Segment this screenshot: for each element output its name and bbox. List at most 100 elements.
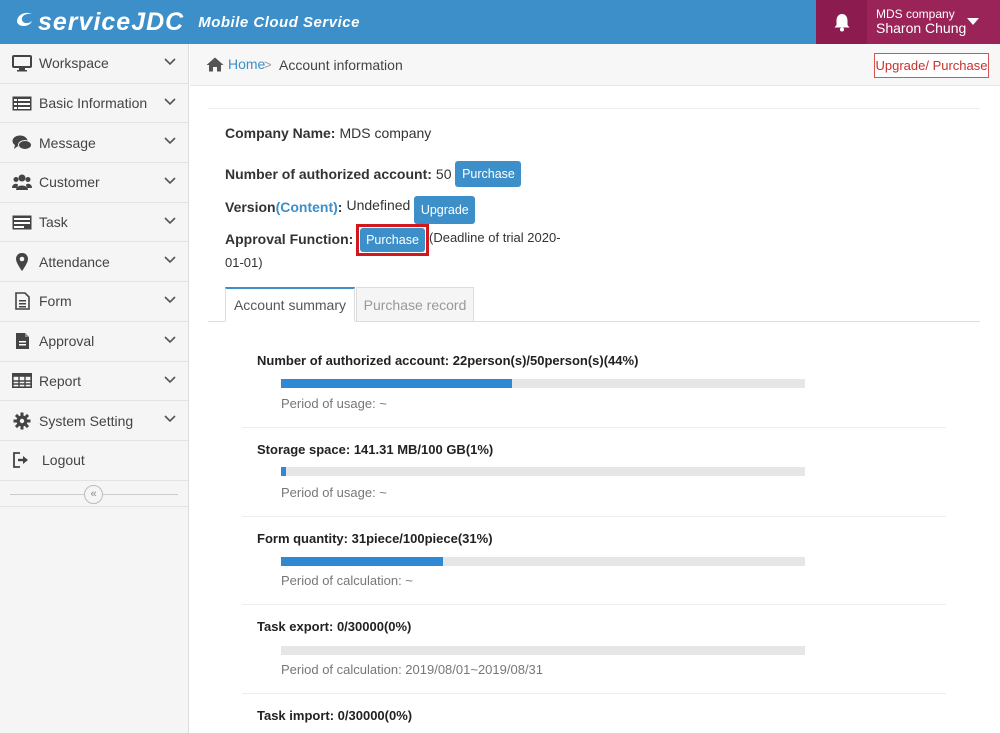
sidebar-item-report[interactable]: Report [0, 362, 188, 402]
sidebar-item-message[interactable]: Message [0, 123, 188, 164]
top-header: serviceJDC Mobile Cloud Service MDS comp… [0, 0, 1000, 44]
stat-title: Task import: 0/30000(0%) [257, 708, 413, 723]
logo-subtitle: Mobile Cloud Service [198, 13, 360, 31]
sidebar-item-label: System Setting [39, 412, 134, 429]
breadcrumb-current: Account information [279, 57, 403, 73]
stat-title: Number of authorized account: 22person(s… [257, 353, 639, 368]
sidebar-item-label: Report [39, 372, 82, 389]
logo-text: serviceJDC [38, 7, 185, 36]
upgrade-purchase-button[interactable]: Upgrade/ Purchase [874, 53, 989, 78]
breadcrumb-separator: > [264, 57, 272, 72]
chevron-down-icon [164, 415, 176, 423]
breadcrumb: Home > Account information Upgrade/ Purc… [190, 44, 1000, 86]
chevron-down-icon [164, 256, 176, 264]
chevron-down-icon [164, 98, 176, 105]
sidebar-item-form[interactable]: Form [0, 282, 188, 322]
sidebar-item-label: Approval [39, 333, 95, 350]
sidebar-item-workspace[interactable]: Workspace [0, 44, 188, 84]
version-label: Version [225, 199, 276, 215]
company-name-row: Company Name: MDS company [225, 124, 431, 142]
company-name-value: MDS company [339, 125, 432, 141]
sidebar-item-label: Attendance [39, 253, 110, 270]
progress-bar [281, 557, 805, 566]
sidebar-item-label: Message [39, 134, 96, 151]
document-icon [12, 292, 32, 311]
sidebar-item-label: Task [39, 214, 68, 231]
caret-down-icon [967, 18, 979, 25]
users-icon [12, 173, 32, 191]
notification-button[interactable] [816, 0, 867, 44]
progress-bar [281, 467, 805, 476]
user-company: MDS company [876, 7, 955, 21]
chevron-down-icon [164, 137, 176, 145]
chevron-down-icon [164, 177, 176, 185]
bell-icon [834, 13, 849, 31]
stat-divider [242, 604, 946, 605]
sidebar-item-task[interactable]: Task [0, 203, 188, 243]
list-icon [12, 94, 32, 112]
task-icon [12, 213, 32, 231]
sidebar: Workspace Basic Information Message Cust… [0, 44, 189, 733]
sidebar-item-label: Logout [42, 452, 85, 469]
sidebar-item-attendance[interactable]: Attendance [0, 242, 188, 283]
approval-function-label: Approval Function: [225, 231, 354, 247]
chevron-down-icon [164, 336, 176, 343]
stat-title: Form quantity: 31piece/100piece(31%) [257, 531, 493, 546]
version-content-link[interactable]: (Content) [276, 199, 338, 215]
approval-deadline-note: (Deadline of trial 2020- [429, 230, 561, 245]
sidebar-item-label: Basic Information [39, 95, 148, 112]
sidebar-item-logout[interactable]: Logout [0, 441, 188, 481]
progress-fill [281, 379, 512, 388]
gear-icon [12, 412, 32, 430]
logout-icon [12, 451, 32, 469]
sidebar-collapse-row: « [0, 481, 188, 507]
home-icon [206, 57, 224, 71]
approval-deadline-note-cont: 01-01) [225, 255, 263, 270]
version-label-colon: : [337, 199, 343, 215]
progress-fill [281, 467, 287, 476]
chevron-down-icon [164, 296, 176, 304]
version-value: Undefined [346, 197, 411, 213]
collapse-sidebar-button[interactable]: « [84, 484, 103, 504]
tab-purchase-record[interactable]: Purchase record [356, 287, 474, 322]
upgrade-version-button[interactable]: Upgrade [414, 196, 476, 224]
approval-doc-icon [12, 332, 32, 350]
breadcrumb-home-link[interactable]: Home [206, 56, 265, 72]
highlight-box [356, 224, 429, 256]
logo[interactable]: serviceJDC Mobile Cloud Service [14, 8, 360, 36]
table-icon [12, 372, 32, 390]
progress-bar [281, 379, 805, 388]
sidebar-item-system-setting[interactable]: System Setting [0, 401, 188, 441]
chevron-down-icon [164, 375, 176, 383]
stat-title: Task export: 0/30000(0%) [257, 619, 412, 634]
user-menu[interactable]: MDS company Sharon Chung [867, 0, 1000, 44]
sidebar-item-label: Workspace [39, 55, 109, 72]
map-pin-icon [12, 252, 32, 271]
stat-divider [242, 516, 946, 517]
sidebar-item-label: Customer [39, 174, 100, 191]
monitor-icon [12, 54, 32, 72]
progress-fill [281, 557, 444, 566]
tab-account-summary[interactable]: Account summary [225, 287, 355, 322]
authorized-account-value: 50 [435, 166, 452, 182]
stat-period: Period of usage: ~ [281, 485, 387, 500]
progress-bar [281, 646, 805, 655]
sidebar-item-label: Form [39, 293, 72, 310]
stat-divider [242, 427, 946, 428]
chevron-down-icon [164, 58, 176, 66]
stat-period: Period of calculation: 2019/08/01~2019/0… [281, 662, 544, 677]
purchase-accounts-button[interactable]: Purchase [455, 161, 522, 187]
chat-icon [12, 134, 32, 152]
sidebar-item-approval[interactable]: Approval [0, 322, 188, 362]
version-row: Version (Content) : Undefined Upgrade [225, 192, 476, 224]
stat-period: Period of calculation: ~ [281, 573, 413, 588]
stat-divider [242, 693, 946, 694]
approval-function-row: Approval Function: [225, 229, 353, 249]
authorized-account-row: Number of authorized account: 50 Purchas… [225, 161, 522, 187]
stat-title: Storage space: 141.31 MB/100 GB(1%) [257, 442, 494, 457]
chevron-down-icon [164, 217, 176, 224]
sidebar-item-basic-information[interactable]: Basic Information [0, 84, 188, 124]
authorized-account-label: Number of authorized account: [225, 166, 432, 182]
user-name: Sharon Chung [876, 20, 967, 36]
sidebar-item-customer[interactable]: Customer [0, 163, 188, 203]
